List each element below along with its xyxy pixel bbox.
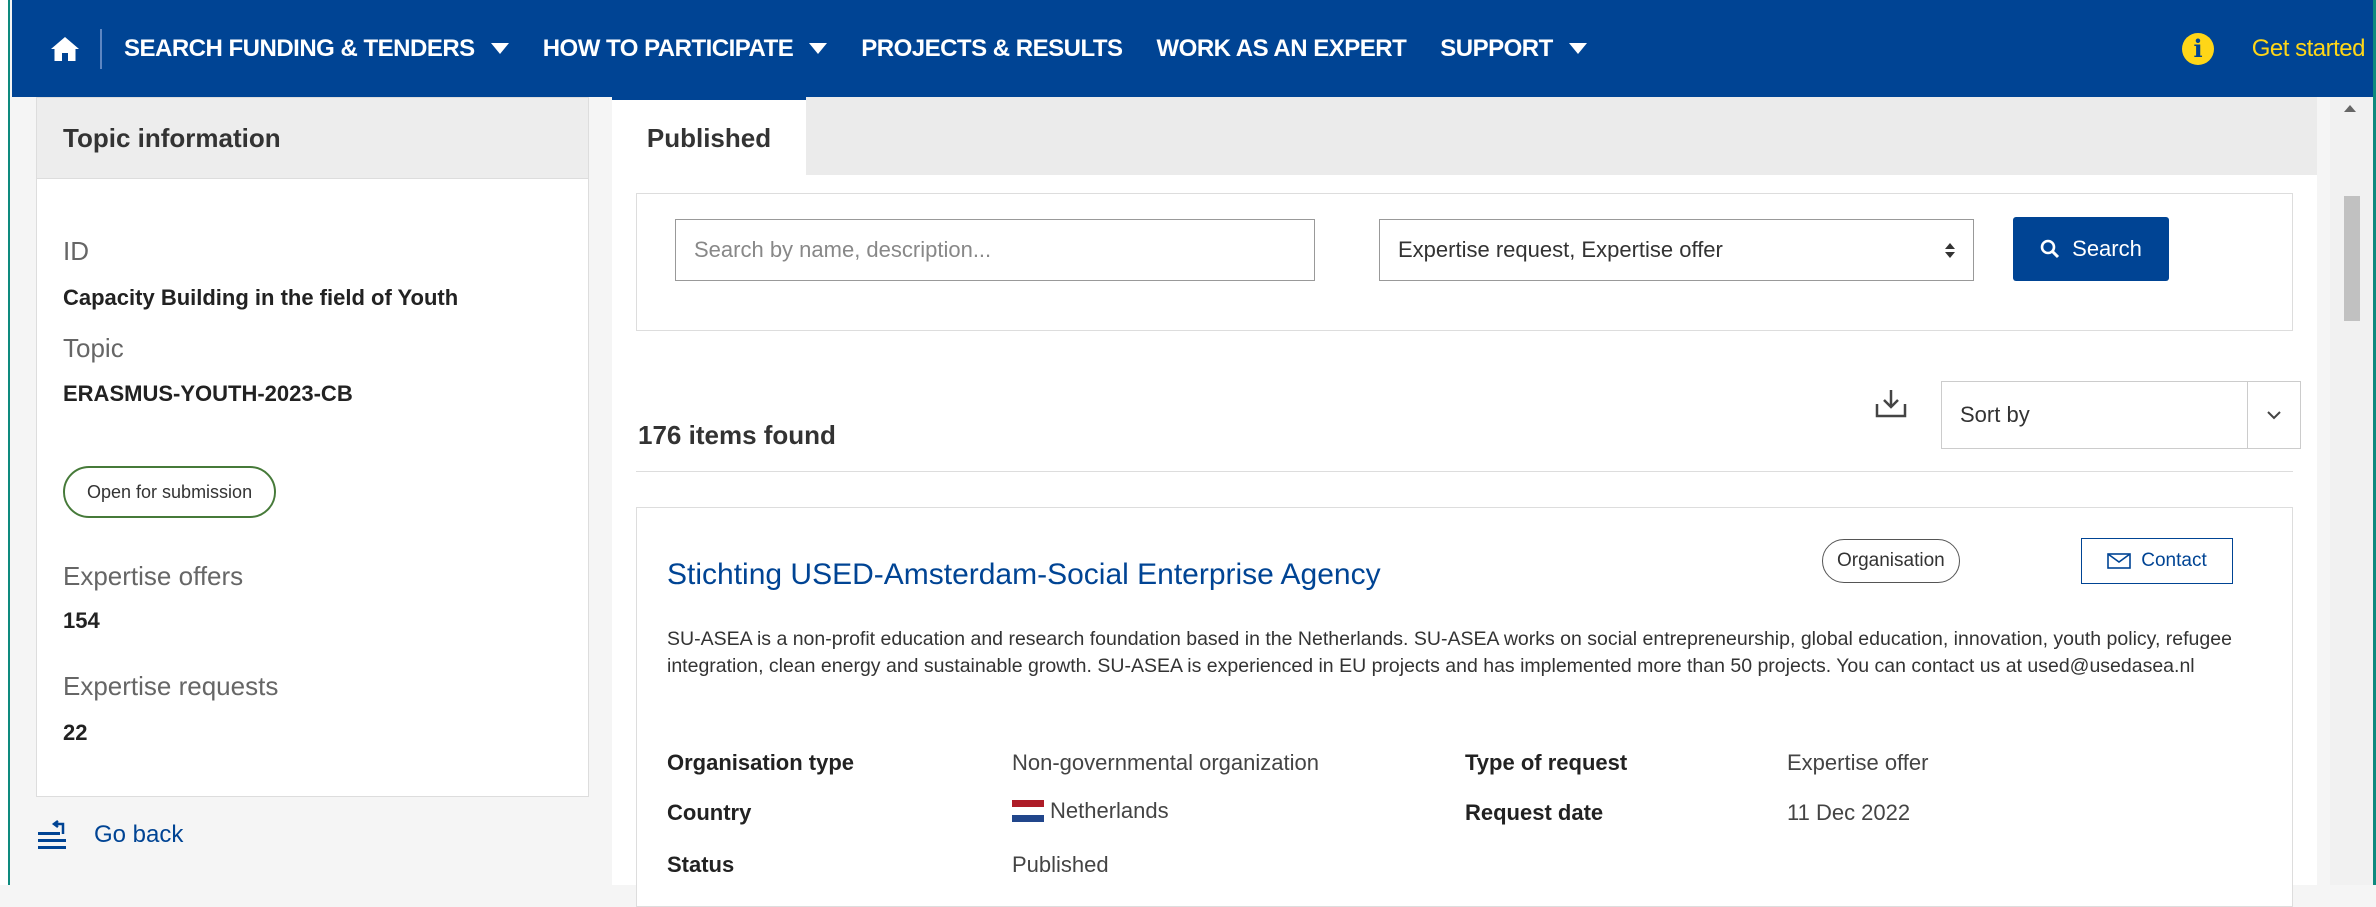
org-type-label: Organisation type: [667, 750, 855, 775]
tab-published[interactable]: Published: [612, 97, 806, 177]
download-icon[interactable]: [1874, 388, 1908, 420]
top-navigation: SEARCH FUNDING & TENDERS HOW TO PARTICIP…: [12, 0, 2373, 97]
topic-label: Topic: [63, 333, 124, 363]
country-value: Netherlands: [1012, 798, 1169, 824]
request-date-value: 11 Dec 2022: [1787, 800, 1911, 825]
request-date-label: Request date: [1465, 800, 1604, 825]
get-started-link[interactable]: Get started: [2252, 35, 2366, 63]
nav-support[interactable]: SUPPORT: [1440, 35, 1587, 63]
request-type-label: Type of request: [1465, 750, 1628, 775]
id-value: Capacity Building in the field of Youth: [63, 285, 459, 310]
type-filter-select[interactable]: Expertise request, Expertise offer: [1379, 219, 1974, 281]
results-panel: Expertise request, Expertise offer Searc…: [612, 175, 2317, 907]
status-label: Status: [667, 852, 735, 877]
results-count: 176 items found: [638, 420, 836, 450]
type-filter-value: Expertise request, Expertise offer: [1398, 237, 1723, 262]
topic-value: ERASMUS-YOUTH-2023-CB: [63, 381, 353, 406]
sort-label: Sort by: [1960, 402, 2030, 427]
search-input[interactable]: [675, 219, 1315, 281]
netherlands-flag-icon: [1012, 800, 1044, 822]
main-content: Published Expertise request, Expertise o…: [612, 97, 2317, 907]
search-button[interactable]: Search: [2013, 217, 2169, 281]
home-icon: [51, 36, 79, 61]
contact-button[interactable]: Contact: [2081, 538, 2233, 584]
id-label: ID: [63, 236, 89, 266]
window-edge-left: [0, 0, 10, 885]
status-badge: Open for submission: [63, 466, 277, 518]
offers-label: Expertise offers: [63, 561, 244, 591]
caret-down-icon: [490, 43, 509, 54]
topic-info-panel: Topic information ID Capacity Building i…: [36, 97, 589, 797]
status-value: Published: [1012, 852, 1109, 877]
caret-down-icon: [1568, 43, 1587, 54]
nav-right: i Get started: [2181, 32, 2366, 65]
scroll-up-arrow-icon[interactable]: [2344, 105, 2356, 112]
nav-how-to-participate[interactable]: HOW TO PARTICIPATE: [543, 35, 828, 63]
chevron-down-icon: [2247, 382, 2300, 448]
go-back-icon: [38, 820, 66, 849]
sort-dropdown[interactable]: Sort by: [1941, 381, 2301, 449]
result-card: Stichting USED-Amsterdam-Social Enterpri…: [636, 507, 2293, 907]
search-card: Expertise request, Expertise offer Searc…: [636, 193, 2293, 331]
requests-label: Expertise requests: [63, 671, 279, 701]
go-back-link[interactable]: Go back: [36, 820, 183, 850]
search-icon: [2040, 239, 2060, 259]
sort-arrows-icon: [1945, 242, 1955, 258]
org-type-value: Non-governmental organization: [1012, 750, 1319, 775]
info-icon[interactable]: i: [2181, 32, 2214, 65]
organisation-badge: Organisation: [1822, 539, 1960, 583]
divider: [636, 471, 2293, 472]
request-type-value: Expertise offer: [1787, 750, 1929, 775]
caret-down-icon: [809, 43, 828, 54]
nav-projects-results[interactable]: PROJECTS & RESULTS: [861, 35, 1123, 63]
nav-work-as-expert[interactable]: WORK AS AN EXPERT: [1157, 35, 1407, 63]
requests-value: 22: [63, 720, 88, 745]
tab-bar: Published: [612, 97, 2317, 177]
offers-value: 154: [63, 608, 100, 633]
panel-header: Topic information: [37, 98, 588, 179]
nav-search-funding[interactable]: SEARCH FUNDING & TENDERS: [124, 35, 509, 63]
result-description: SU-ASEA is a non-profit education and re…: [667, 628, 2232, 677]
country-label: Country: [667, 800, 752, 825]
nav-separator: [100, 28, 102, 69]
envelope-icon: [2107, 553, 2132, 569]
result-title-link[interactable]: Stichting USED-Amsterdam-Social Enterpri…: [667, 558, 1381, 592]
home-button[interactable]: [30, 0, 100, 97]
scrollbar-thumb[interactable]: [2344, 196, 2360, 321]
